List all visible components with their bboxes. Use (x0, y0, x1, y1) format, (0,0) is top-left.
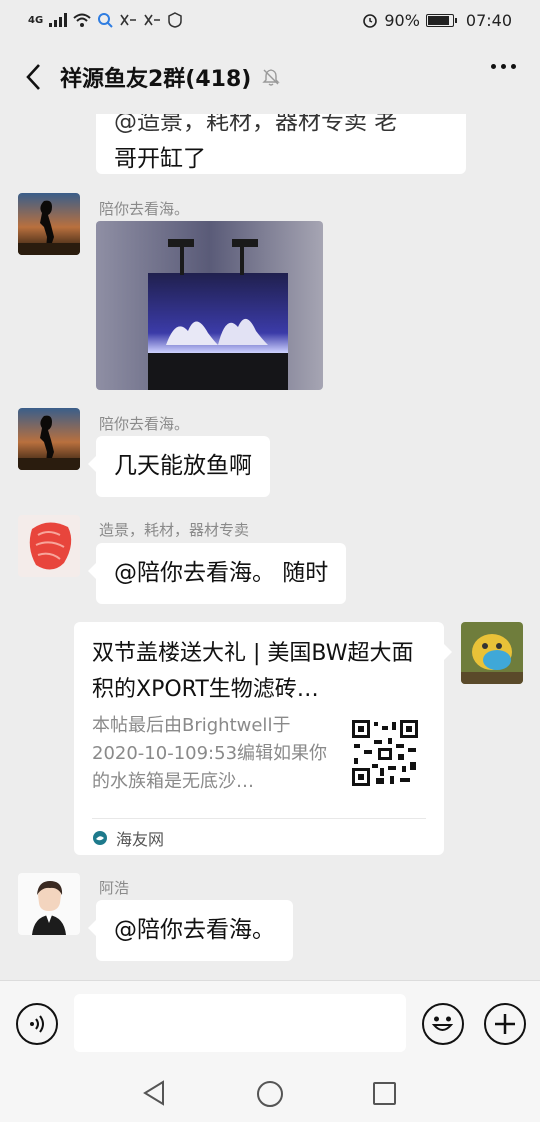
clock: 07:40 (465, 10, 512, 30)
bell-muted-icon (262, 69, 281, 86)
link-card-source: 海友网 (92, 826, 164, 850)
avatar[interactable] (18, 873, 80, 935)
voice-button[interactable] (16, 1003, 58, 1045)
message-bubble[interactable]: @造景，耗材，器材专卖 老 哥开缸了 (96, 114, 466, 174)
nav-home-icon[interactable] (257, 1081, 283, 1107)
message-text: 几天能放鱼啊 (114, 453, 252, 479)
sender-name: 陪你去看海。 (99, 415, 190, 433)
status-bar: 4G 90% 07:40 (0, 0, 540, 40)
link-card-title: 双节盖楼送大礼 | 美国BW超大面积的XPORT生物滤砖… (92, 641, 414, 702)
divider (92, 818, 426, 819)
plus-icon (495, 1014, 515, 1034)
chat-title: 祥源鱼友2群(418) (60, 67, 252, 92)
signal-icon (49, 13, 68, 27)
plus-button[interactable] (484, 1003, 526, 1045)
back-arrow-icon (26, 64, 40, 90)
network-label: 4G (28, 14, 44, 26)
message-text: 哥开缸了 (114, 146, 206, 172)
message-bubble[interactable]: @陪你去看海。 (88, 900, 293, 961)
message-list[interactable]: @造景，耗材，器材专卖 老 哥开缸了 陪你去看海。 陪你去看海。 几天能放鱼啊 … (0, 114, 540, 980)
wifi-icon (73, 13, 91, 27)
source-name: 海友网 (116, 830, 165, 849)
emoji-icon (431, 1016, 454, 1031)
avatar[interactable] (18, 193, 80, 255)
message-bubble[interactable]: 几天能放鱼啊 (88, 436, 270, 497)
link-card[interactable]: 双节盖楼送大礼 | 美国BW超大面积的XPORT生物滤砖… 本帖最后由Brigh… (74, 622, 452, 855)
source-logo-icon (93, 831, 107, 845)
message-text-partial: @造景，耗材，器材专卖 老 (114, 114, 398, 135)
search-app-icon (98, 13, 113, 28)
shield-app-icon (168, 12, 182, 28)
battery-icon (425, 13, 457, 27)
my-avatar[interactable] (461, 622, 523, 684)
message-input[interactable] (74, 994, 406, 1052)
more-dots-icon (491, 64, 496, 69)
back-button[interactable] (18, 57, 48, 97)
chat-header: 祥源鱼友2群(418) (0, 40, 540, 114)
voice-icon (30, 1015, 44, 1033)
avatar[interactable] (18, 408, 80, 470)
message-text: @陪你去看海。 (114, 917, 275, 943)
avatar[interactable] (18, 515, 80, 577)
qr-code-image (350, 718, 420, 788)
system-nav-bar (0, 1066, 540, 1122)
message-bubble[interactable]: @陪你去看海。 随时 (87, 543, 347, 604)
link-card-description: 本帖最后由Brightwell于2020-10-109:53编辑如果你的水族箱是… (92, 715, 328, 792)
more-button[interactable] (491, 64, 516, 69)
app-notification-icon (120, 14, 137, 26)
alarm-icon (363, 14, 378, 28)
emoji-button[interactable] (422, 1003, 464, 1045)
app-notification-icon (144, 14, 161, 26)
sender-name: 阿浩 (99, 879, 130, 897)
sender-name: 陪你去看海。 (99, 200, 190, 218)
message-text: @陪你去看海。 随时 (114, 560, 329, 586)
message-image[interactable] (96, 221, 323, 390)
input-bar (0, 980, 540, 1066)
battery-percent: 90% (384, 10, 420, 30)
nav-back-icon[interactable] (142, 1080, 166, 1106)
aquarium-photo (96, 221, 323, 390)
sender-name: 造景，耗材，器材专卖 (99, 521, 250, 539)
nav-recent-icon[interactable] (373, 1082, 396, 1105)
